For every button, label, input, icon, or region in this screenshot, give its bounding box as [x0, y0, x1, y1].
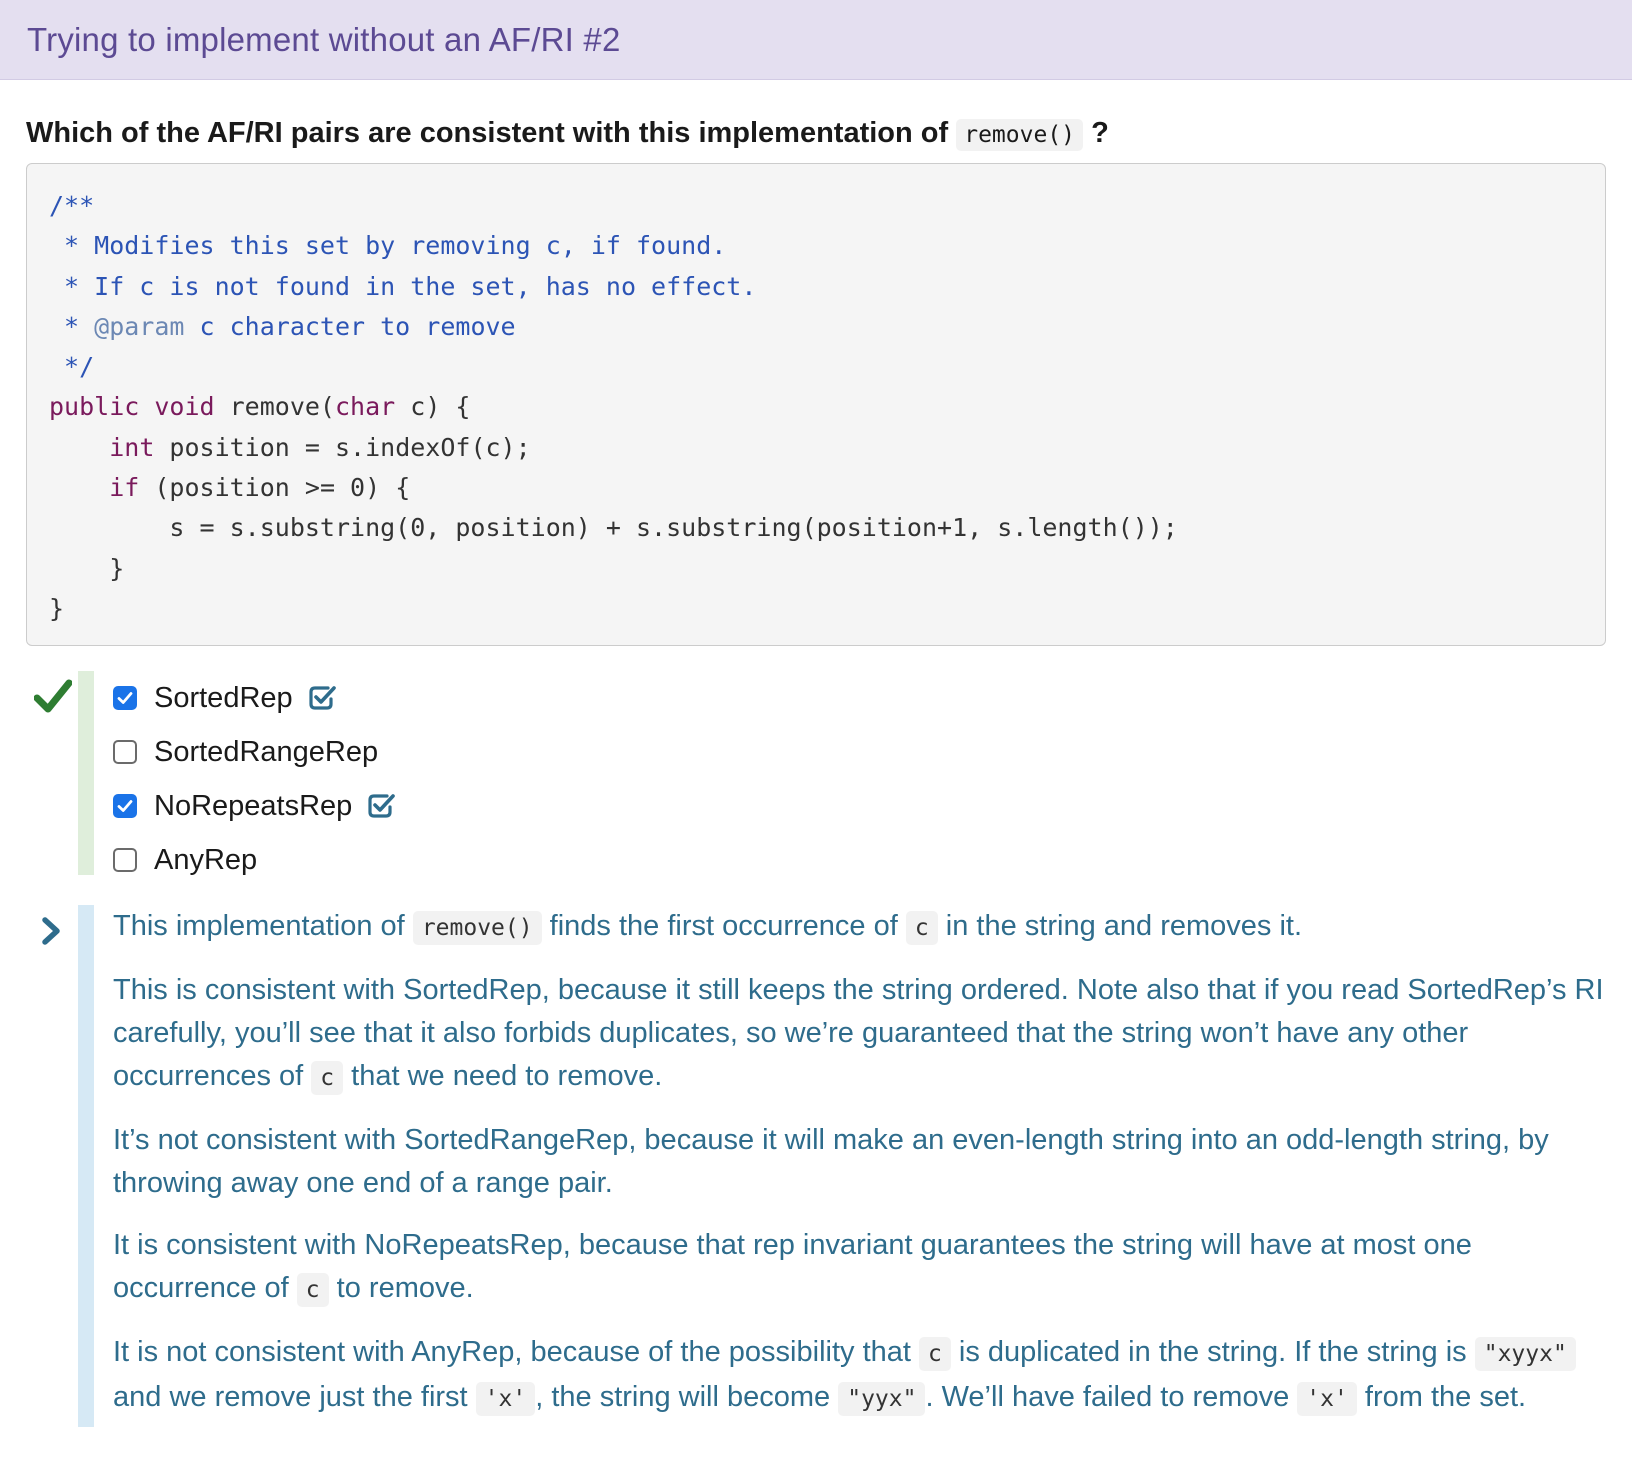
code-keyword: int [109, 432, 155, 462]
checkbox-unchecked[interactable] [113, 848, 137, 873]
text-span: is duplicated in the string. If the stri… [950, 1336, 1475, 1369]
code-line: * [49, 311, 95, 341]
explanation-paragraph: It is consistent with NoRepeatsRep, beca… [113, 1224, 1606, 1312]
option-anyrep[interactable]: AnyRep [113, 833, 396, 887]
code-text: } [49, 593, 65, 623]
code-block: /** * Modifies this set by removing c, i… [26, 163, 1606, 647]
code-keyword: char [335, 392, 396, 422]
check-square-icon [366, 792, 396, 820]
inline-code: c [296, 1273, 329, 1308]
check-icon [117, 800, 133, 813]
code-line: /** [49, 191, 95, 220]
main-content: Which of the AF/RI pairs are consistent … [0, 113, 1632, 1428]
code-text: s = s.substring(0, position) + s.substri… [49, 513, 1178, 543]
header-bar: Trying to implement without an AF/RI #2 [0, 0, 1632, 80]
checkbox-unchecked[interactable] [113, 740, 137, 765]
option-sortedrep[interactable]: SortedRep [113, 671, 396, 725]
answer-status-bar [78, 671, 94, 876]
inline-code: c [905, 911, 938, 946]
inline-code: remove() [412, 911, 542, 946]
text-span: that we need to remove. [343, 1060, 663, 1093]
check-square-icon [307, 684, 337, 712]
explanation-bar [78, 905, 94, 1428]
option-label: SortedRangeRep [154, 735, 379, 768]
inline-code: "xyyx" [1474, 1337, 1576, 1372]
code-text: remove( [214, 392, 335, 422]
code-text: } [49, 553, 125, 583]
code-param-tag: @param [94, 311, 185, 341]
code-line: */ [49, 352, 95, 382]
option-sortedrangerep[interactable]: SortedRangeRep [113, 725, 396, 779]
explanation-paragraph: This is consistent with SortedRep, becau… [113, 969, 1606, 1100]
option-label: NoRepeatsRep [154, 789, 353, 822]
explanation-text: This implementation of remove() finds th… [113, 905, 1606, 1421]
page-title: Trying to implement without an AF/RI #2 [27, 20, 621, 58]
checkbox-checked[interactable] [113, 686, 137, 711]
code-line: * Modifies this set by removing c, if fo… [49, 231, 727, 261]
question-code: remove() [956, 119, 1084, 151]
inline-code: 'x' [475, 1382, 536, 1417]
text-span: This implementation of [113, 910, 413, 943]
code-text: c) { [395, 392, 471, 422]
question-text: Which of the AF/RI pairs are consistent … [26, 113, 1606, 155]
explanation-panel: This implementation of remove() finds th… [26, 905, 1606, 1428]
inline-code: 'x' [1297, 1382, 1357, 1417]
answer-options: SortedRep SortedRangeRep NoRepeatsRep An… [26, 671, 1606, 876]
explanation-paragraph: It’s not consistent with SortedRangeRep,… [113, 1119, 1606, 1205]
chevron-right-icon[interactable] [40, 915, 64, 947]
checkbox-checked[interactable] [113, 794, 137, 819]
text-span: , the string will become [535, 1381, 839, 1414]
option-label: AnyRep [154, 843, 258, 876]
text-span: finds the first occurrence of [541, 910, 906, 943]
text-span: It’s not consistent with SortedRangeRep,… [113, 1124, 1549, 1200]
text-span: in the string and removes it. [937, 910, 1303, 943]
option-label: SortedRep [154, 681, 293, 714]
check-icon [117, 692, 133, 705]
code-line: c character to remove [184, 311, 516, 341]
code-keyword: public void [49, 392, 215, 422]
explanation-paragraph: This implementation of remove() finds th… [113, 905, 1606, 950]
inline-code: c [311, 1061, 344, 1096]
code-keyword: if [109, 473, 140, 503]
text-span: . We’ll have failed to remove [925, 1381, 1298, 1414]
text-span: from the set. [1356, 1381, 1527, 1414]
code-line: * If c is not found in the set, has no e… [49, 271, 757, 301]
inline-code: c [919, 1337, 951, 1372]
checkmark-icon [34, 679, 72, 713]
text-span: It is not consistent with AnyRep, becaus… [113, 1336, 919, 1369]
code-text: (position >= 0) { [139, 473, 411, 503]
options-list: SortedRep SortedRangeRep NoRepeatsRep An… [113, 671, 396, 887]
explanation-paragraph: It is not consistent with AnyRep, becaus… [113, 1331, 1606, 1421]
code-text: position = s.indexOf(c); [154, 432, 531, 462]
inline-code: "yyx" [838, 1382, 926, 1417]
question-before: Which of the AF/RI pairs are consistent … [26, 117, 957, 149]
option-norepeatsrep[interactable]: NoRepeatsRep [113, 779, 396, 833]
text-span: to remove. [328, 1272, 474, 1305]
text-span: and we remove just the first [113, 1381, 476, 1414]
question-after: ? [1083, 117, 1109, 149]
